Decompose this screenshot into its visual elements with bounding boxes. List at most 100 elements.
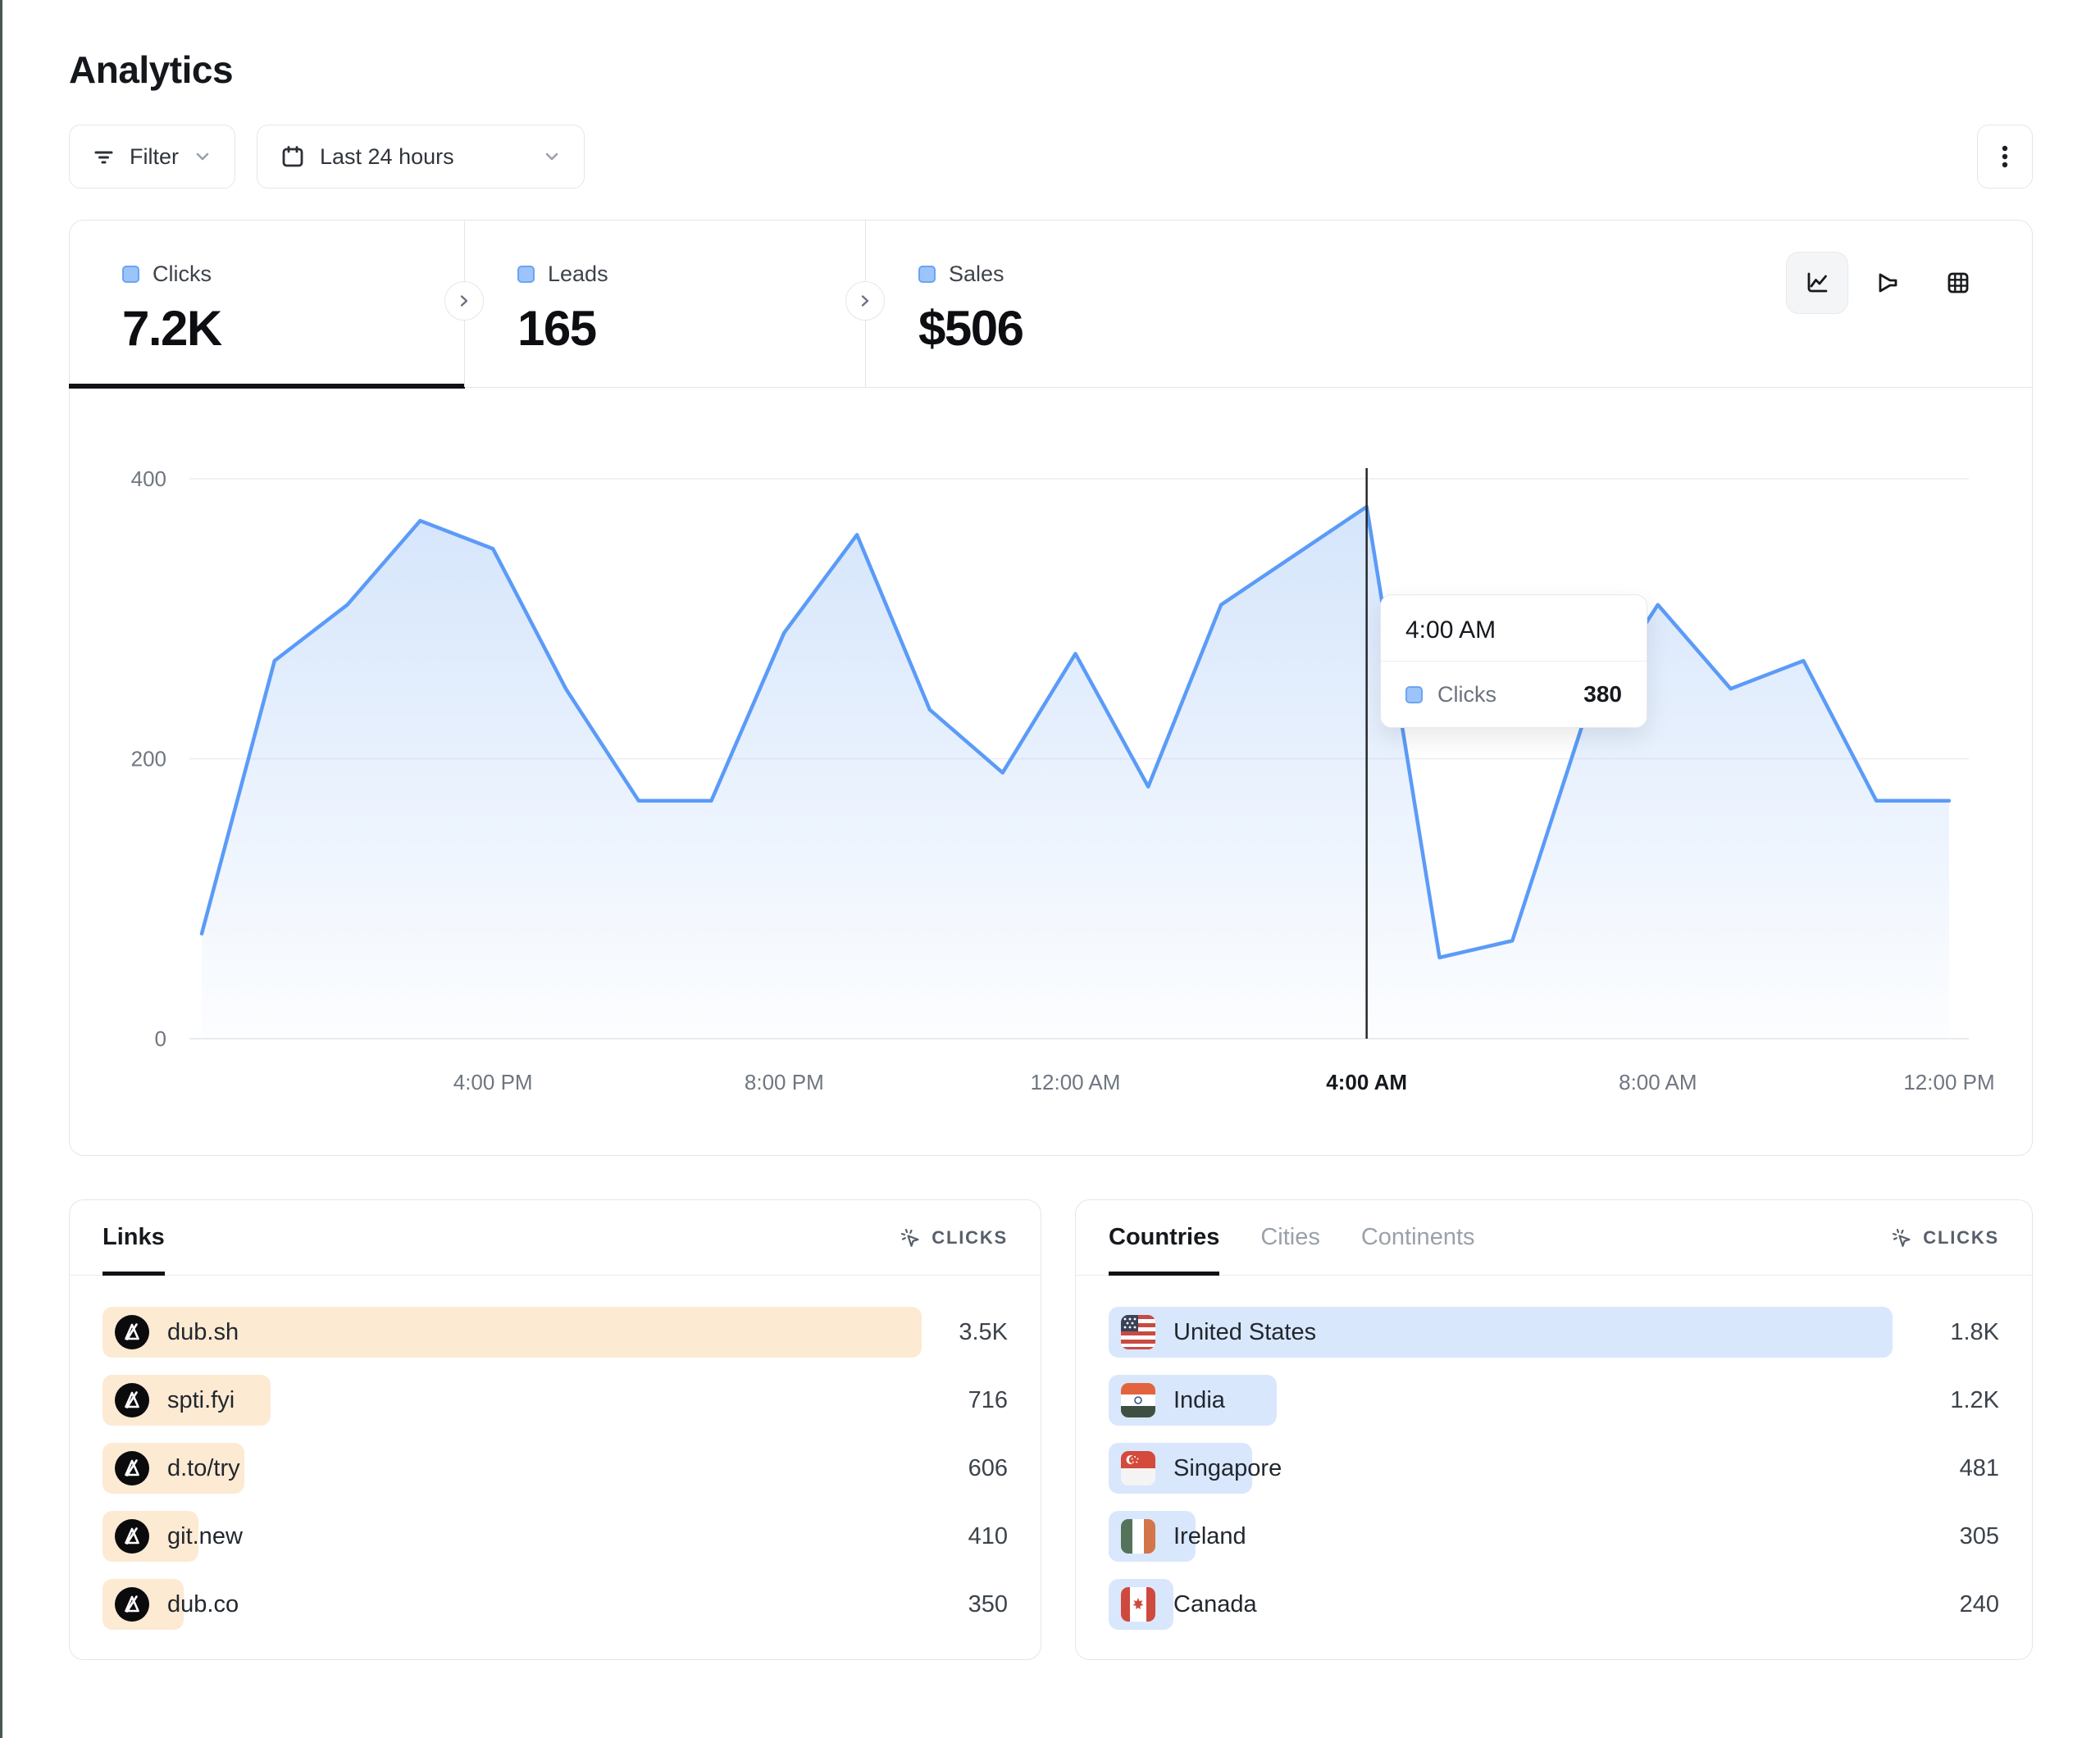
funnel-icon — [1873, 268, 1902, 298]
dub-logo-icon — [115, 1451, 149, 1485]
dub-logo-icon — [115, 1383, 149, 1417]
link-value: 410 — [968, 1523, 1008, 1550]
cursor-click-icon — [899, 1226, 922, 1249]
tab-leads[interactable]: Leads 165 — [464, 221, 865, 387]
country-row[interactable]: India 1.2K — [1109, 1375, 1999, 1426]
geo-panel: Countries Cities Continents CLICKS — [1075, 1199, 2033, 1660]
link-row[interactable]: git.new 410 — [102, 1511, 1008, 1562]
stats-tabs: Clicks 7.2K Leads 165 — [70, 221, 2032, 388]
country-row[interactable]: Canada 240 — [1109, 1579, 1999, 1630]
date-range-label: Last 24 hours — [320, 144, 454, 170]
links-panel: Links CLICKS dub.sh 3.5K — [69, 1199, 1041, 1660]
grid-table-icon — [1943, 268, 1973, 298]
next-stat-button[interactable] — [845, 281, 885, 321]
metric-label: CLICKS — [1923, 1227, 1999, 1249]
dub-logo-icon — [115, 1315, 149, 1349]
clicks-legend-swatch — [1405, 686, 1423, 703]
tab-continents[interactable]: Continents — [1361, 1200, 1475, 1275]
svg-text:8:00 AM: 8:00 AM — [1619, 1070, 1697, 1094]
date-range-picker[interactable]: Last 24 hours — [257, 125, 585, 189]
link-label: d.to/try — [167, 1455, 240, 1482]
filter-icon — [93, 146, 115, 168]
country-label: Canada — [1173, 1591, 1257, 1618]
page-title: Analytics — [69, 48, 2033, 92]
chart-view-toggles — [1786, 252, 1989, 314]
link-value: 350 — [968, 1591, 1008, 1618]
filter-button[interactable]: Filter — [69, 125, 235, 189]
country-row[interactable]: Singapore 481 — [1109, 1443, 1999, 1494]
svg-text:4:00 PM: 4:00 PM — [453, 1070, 533, 1094]
sales-legend-swatch — [918, 266, 936, 283]
country-value: 1.8K — [1950, 1319, 1999, 1346]
kebab-menu-icon — [1993, 143, 2017, 171]
tab-cities[interactable]: Cities — [1260, 1200, 1320, 1275]
svg-text:0: 0 — [155, 1026, 166, 1051]
links-metric-selector[interactable]: CLICKS — [899, 1226, 1008, 1249]
country-label: Ireland — [1173, 1523, 1246, 1550]
tab-label: Cities — [1260, 1224, 1320, 1251]
stat-label: Sales — [949, 262, 1004, 287]
chevron-right-icon — [858, 293, 872, 308]
link-row[interactable]: d.to/try 606 — [102, 1443, 1008, 1494]
calendar-icon — [280, 144, 305, 169]
cursor-click-icon — [1890, 1226, 1913, 1249]
tab-clicks[interactable]: Clicks 7.2K — [70, 221, 464, 387]
table-view-button[interactable] — [1927, 252, 1989, 314]
stat-label: Leads — [548, 262, 608, 287]
tab-links[interactable]: Links — [102, 1200, 165, 1275]
country-row[interactable]: Ireland 305 — [1109, 1511, 1999, 1562]
clicks-time-series-chart[interactable]: 02004004:00 PM8:00 PM12:00 AM4:00 AM8:00… — [70, 388, 2032, 1154]
svg-text:200: 200 — [131, 747, 166, 771]
country-value: 240 — [1960, 1591, 1999, 1618]
link-value: 3.5K — [959, 1319, 1008, 1346]
stat-value: 165 — [517, 300, 865, 357]
india-flag-icon — [1121, 1383, 1155, 1417]
geo-metric-selector[interactable]: CLICKS — [1890, 1226, 1999, 1249]
country-label: India — [1173, 1387, 1225, 1414]
analytics-page: Analytics Filter Last 24 hours — [0, 0, 2100, 1660]
next-stat-button[interactable] — [444, 281, 484, 321]
dub-logo-icon — [115, 1587, 149, 1622]
country-value: 305 — [1960, 1523, 1999, 1550]
chevron-right-icon — [457, 293, 471, 308]
link-row[interactable]: dub.sh 3.5K — [102, 1307, 1008, 1358]
breakdown-panels: Links CLICKS dub.sh 3.5K — [69, 1199, 2033, 1660]
tooltip-time: 4:00 AM — [1381, 595, 1647, 662]
link-label: spti.fyi — [167, 1387, 235, 1414]
more-options-button[interactable] — [1977, 125, 2033, 189]
line-chart-icon — [1802, 268, 1832, 298]
tab-label: Continents — [1361, 1224, 1475, 1251]
tooltip-value: 380 — [1583, 681, 1622, 707]
chevron-down-icon — [194, 148, 212, 166]
analytics-chart-card: Clicks 7.2K Leads 165 — [69, 220, 2033, 1156]
link-label: dub.sh — [167, 1319, 239, 1346]
dub-logo-icon — [115, 1519, 149, 1554]
link-label: dub.co — [167, 1591, 239, 1618]
link-row[interactable]: dub.co 350 — [102, 1579, 1008, 1630]
svg-text:400: 400 — [131, 466, 166, 491]
link-row[interactable]: spti.fyi 716 — [102, 1375, 1008, 1426]
stat-label: Clicks — [153, 262, 212, 287]
chart-tooltip: 4:00 AM Clicks 380 — [1380, 594, 1647, 728]
country-label: United States — [1173, 1319, 1316, 1346]
country-value: 481 — [1960, 1455, 1999, 1482]
funnel-view-button[interactable] — [1856, 252, 1919, 314]
svg-text:4:00 AM: 4:00 AM — [1326, 1070, 1407, 1094]
line-chart-view-button[interactable] — [1786, 252, 1848, 314]
filter-button-label: Filter — [130, 144, 179, 170]
tab-countries[interactable]: Countries — [1109, 1200, 1219, 1275]
country-row[interactable]: United States 1.8K — [1109, 1307, 1999, 1358]
toolbar: Filter Last 24 hours — [69, 125, 2033, 189]
tooltip-series-label: Clicks — [1437, 682, 1496, 707]
link-label: git.new — [167, 1523, 243, 1550]
us-flag-icon — [1121, 1315, 1155, 1349]
link-value: 606 — [968, 1455, 1008, 1482]
country-label: Singapore — [1173, 1455, 1282, 1482]
clicks-legend-swatch — [122, 266, 139, 283]
ireland-flag-icon — [1121, 1519, 1155, 1554]
svg-text:12:00 AM: 12:00 AM — [1031, 1070, 1121, 1094]
chevron-down-icon — [543, 148, 561, 166]
window-edge-accent — [0, 0, 2, 1738]
leads-legend-swatch — [517, 266, 535, 283]
country-value: 1.2K — [1950, 1387, 1999, 1414]
